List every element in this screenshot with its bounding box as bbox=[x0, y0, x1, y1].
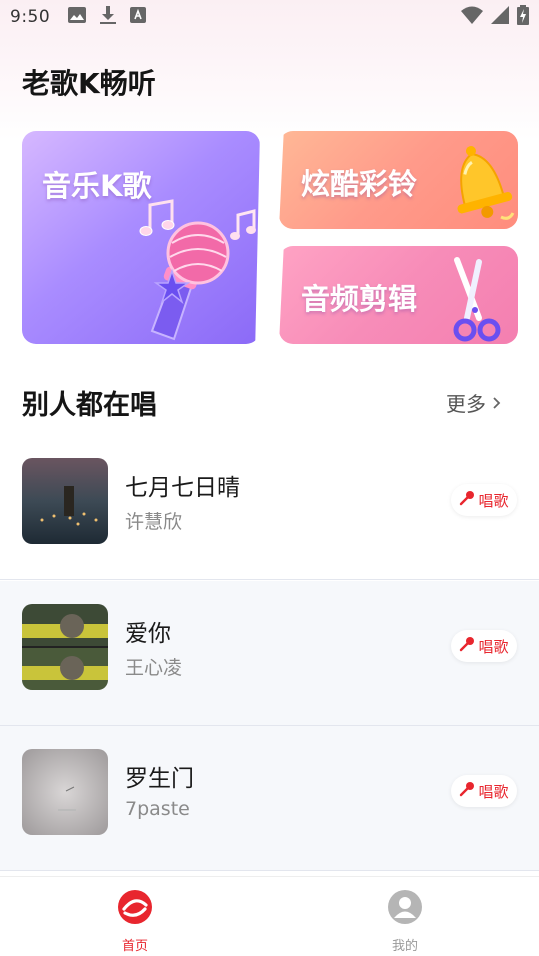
sing-button[interactable]: 唱歌 bbox=[451, 630, 517, 662]
song-title: 七月七日晴 bbox=[125, 475, 240, 501]
song-artist: 王心凌 bbox=[125, 657, 183, 679]
song-title: 罗生门 bbox=[125, 766, 194, 792]
signal-icon bbox=[491, 6, 509, 28]
bell-icon bbox=[457, 146, 515, 220]
nav-home[interactable]: 首页 bbox=[95, 889, 175, 954]
sing-button-label: 唱歌 bbox=[478, 637, 509, 656]
song-cover bbox=[22, 604, 108, 690]
microphone-icon bbox=[459, 636, 475, 656]
more-label: 更多 bbox=[446, 392, 486, 416]
scissors-icon bbox=[453, 257, 501, 342]
song-title: 爱你 bbox=[125, 621, 171, 647]
download-icon bbox=[100, 6, 117, 28]
ringtone-card[interactable]: 炫酷彩铃 bbox=[279, 131, 518, 229]
music-note-icon bbox=[139, 199, 175, 236]
song-cover bbox=[22, 458, 108, 544]
sing-button[interactable]: 唱歌 bbox=[451, 484, 517, 516]
sing-button[interactable]: 唱歌 bbox=[451, 775, 517, 807]
song-row[interactable]: 罗生门 7paste 唱歌 bbox=[0, 726, 539, 871]
app-title: 老歌K畅听 bbox=[22, 67, 156, 100]
nav-mine-label: 我的 bbox=[391, 939, 418, 954]
wifi-icon bbox=[461, 6, 483, 28]
song-cover bbox=[22, 749, 108, 835]
chevron-right-icon bbox=[492, 391, 502, 415]
microphone-icon bbox=[459, 490, 475, 510]
image-icon bbox=[68, 7, 87, 27]
audio-edit-card[interactable]: 音频剪辑 bbox=[279, 246, 518, 344]
karaoke-card[interactable]: 音乐K歌 bbox=[22, 131, 260, 344]
bottom-nav: 首页 我的 bbox=[0, 876, 539, 956]
battery-charging-icon bbox=[517, 5, 529, 29]
nav-home-label: 首页 bbox=[121, 939, 148, 954]
song-row[interactable]: 爱你 王心凌 唱歌 bbox=[0, 581, 539, 726]
status-bar: 9:50 bbox=[0, 0, 539, 34]
user-avatar-icon bbox=[387, 889, 423, 929]
microphone-icon bbox=[139, 199, 256, 341]
a-text-icon bbox=[130, 7, 147, 27]
sing-button-label: 唱歌 bbox=[478, 782, 509, 801]
song-row[interactable]: 七月七日晴 许慧欣 唱歌 bbox=[0, 435, 539, 580]
song-artist: 7paste bbox=[125, 798, 190, 820]
home-logo-icon bbox=[117, 889, 153, 929]
song-artist: 许慧欣 bbox=[125, 511, 183, 533]
nav-mine[interactable]: 我的 bbox=[365, 889, 445, 954]
microphone-icon bbox=[459, 781, 475, 801]
status-time: 9:50 bbox=[10, 7, 51, 27]
more-link[interactable]: 更多 bbox=[446, 388, 502, 417]
section-title: 别人都在唱 bbox=[22, 390, 157, 421]
sing-button-label: 唱歌 bbox=[478, 491, 509, 510]
